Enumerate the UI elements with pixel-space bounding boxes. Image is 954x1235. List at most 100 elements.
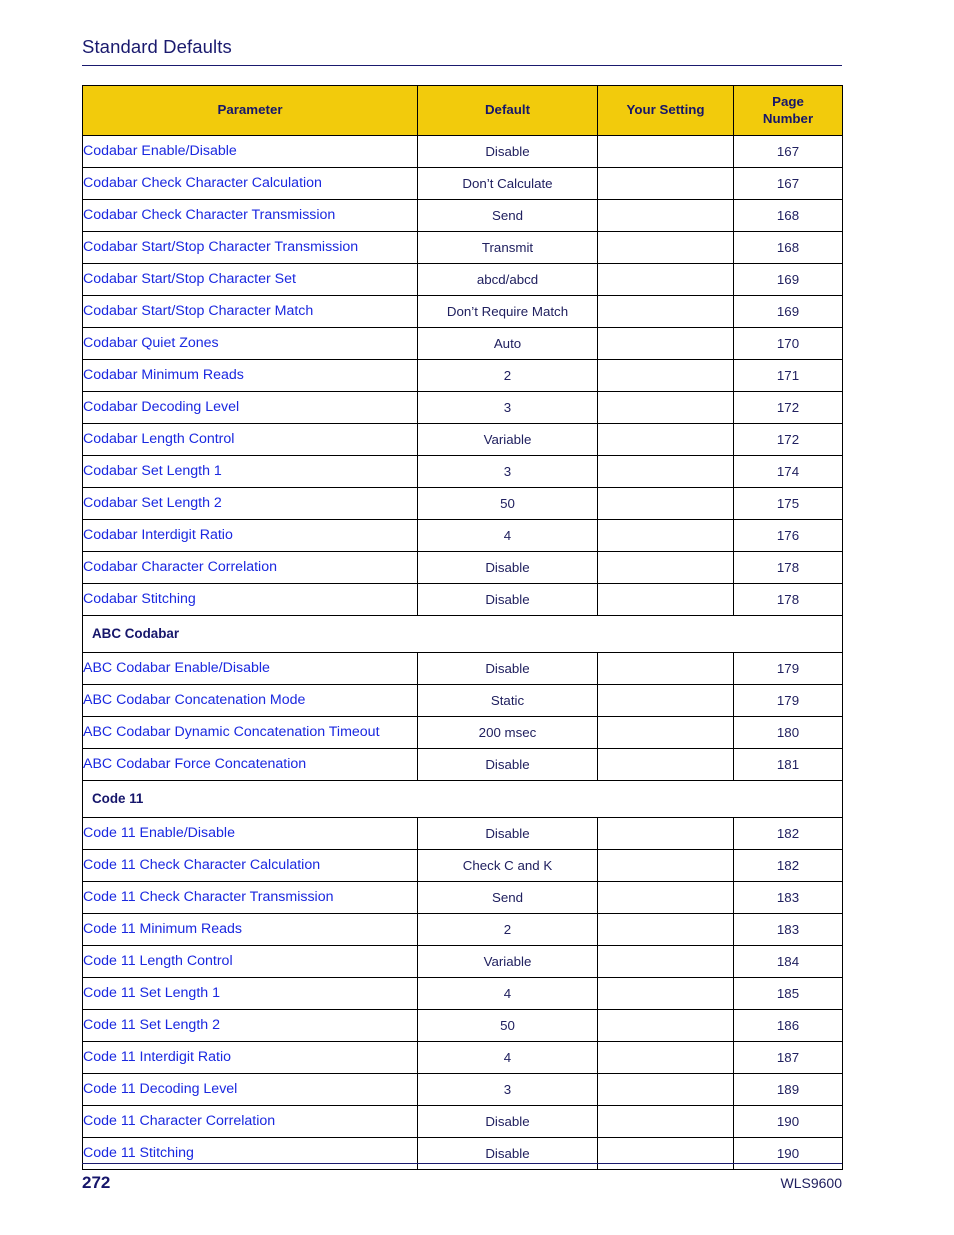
parameter-link[interactable]: Code 11 Minimum Reads [82,913,418,946]
your-setting-cell[interactable] [597,1105,734,1138]
your-setting-cell[interactable] [597,684,734,717]
parameter-link[interactable]: Code 11 Decoding Level [82,1073,418,1106]
parameter-link[interactable]: Code 11 Enable/Disable [82,817,418,850]
table-row: Code 11 Set Length 2 50 186 [82,1009,843,1042]
default-value: Disable [417,551,598,584]
your-setting-cell[interactable] [597,135,734,168]
default-value: 3 [417,1073,598,1106]
parameter-link[interactable]: Codabar Start/Stop Character Set [82,263,418,296]
page-number-value: 181 [733,748,843,781]
default-value: Disable [417,583,598,616]
parameter-link[interactable]: Code 11 Length Control [82,945,418,978]
table-header: Parameter Default Your Setting Page Numb… [82,85,843,136]
parameter-link[interactable]: Codabar Set Length 1 [82,455,418,488]
your-setting-cell[interactable] [597,391,734,424]
parameter-link[interactable]: Code 11 Check Character Transmission [82,881,418,914]
parameter-link[interactable]: Code 11 Character Correlation [82,1105,418,1138]
table-row: Codabar Start/Stop Character Match Don’t … [82,295,843,328]
default-value: 4 [417,519,598,552]
parameter-link[interactable]: Code 11 Check Character Calculation [82,849,418,882]
page-number-value: 178 [733,583,843,616]
your-setting-cell[interactable] [597,1073,734,1106]
your-setting-cell[interactable] [597,487,734,520]
default-value: Disable [417,652,598,685]
parameter-link[interactable]: Codabar Set Length 2 [82,487,418,520]
your-setting-cell[interactable] [597,551,734,584]
parameter-link[interactable]: Codabar Check Character Calculation [82,167,418,200]
your-setting-cell[interactable] [597,748,734,781]
your-setting-cell[interactable] [597,913,734,946]
parameter-link[interactable]: ABC Codabar Force Concatenation [82,748,418,781]
table-row: Codabar Interdigit Ratio 4 176 [82,519,843,552]
your-setting-cell[interactable] [597,423,734,456]
parameter-link[interactable]: Codabar Start/Stop Character Transmissio… [82,231,418,264]
your-setting-cell[interactable] [597,716,734,749]
your-setting-cell[interactable] [597,359,734,392]
your-setting-cell[interactable] [597,199,734,232]
parameter-link[interactable]: Codabar Check Character Transmission [82,199,418,232]
parameter-link[interactable]: Codabar Minimum Reads [82,359,418,392]
your-setting-cell[interactable] [597,817,734,850]
table-row: ABC Codabar Dynamic Concatenation Timeou… [82,716,843,749]
document-page: Standard Defaults Parameter Default Your… [0,0,954,1235]
table-row: ABC Codabar Concatenation Mode Static 179 [82,684,843,717]
parameter-link[interactable]: Code 11 Set Length 1 [82,977,418,1010]
parameter-link[interactable]: Codabar Length Control [82,423,418,456]
your-setting-cell[interactable] [597,455,734,488]
parameter-link[interactable]: Code 11 Set Length 2 [82,1009,418,1042]
table-row: Codabar Start/Stop Character Set abcd/abc… [82,263,843,296]
your-setting-cell[interactable] [597,1009,734,1042]
default-value: Disable [417,135,598,168]
your-setting-cell[interactable] [597,977,734,1010]
default-value: 50 [417,487,598,520]
footer-document-name: WLS9600 [780,1175,842,1191]
your-setting-cell[interactable] [597,652,734,685]
footer-page-number: 272 [82,1173,111,1192]
page-number-value: 190 [733,1105,843,1138]
your-setting-cell[interactable] [597,231,734,264]
parameter-link[interactable]: Codabar Quiet Zones [82,327,418,360]
parameter-link[interactable]: ABC Codabar Enable/Disable [82,652,418,685]
your-setting-cell[interactable] [597,263,734,296]
page-number-value: 172 [733,423,843,456]
your-setting-cell[interactable] [597,167,734,200]
parameter-link[interactable]: Codabar Interdigit Ratio [82,519,418,552]
table-section-row: Code 11 [82,780,843,818]
your-setting-cell[interactable] [597,519,734,552]
your-setting-cell[interactable] [597,327,734,360]
page-number-value: 182 [733,817,843,850]
your-setting-cell[interactable] [597,849,734,882]
your-setting-cell[interactable] [597,583,734,616]
default-value: Auto [417,327,598,360]
parameter-link[interactable]: ABC Codabar Dynamic Concatenation Timeou… [82,716,418,749]
table-row: Code 11 Enable/Disable Disable 182 [82,817,843,850]
your-setting-cell[interactable] [597,1041,734,1074]
column-header-default: Default [417,85,598,136]
page-number-value: 171 [733,359,843,392]
default-value: abcd/abcd [417,263,598,296]
table-row: Codabar Character Correlation Disable 178 [82,551,843,584]
your-setting-cell[interactable] [597,881,734,914]
your-setting-cell[interactable] [597,945,734,978]
parameter-link[interactable]: Codabar Enable/Disable [82,135,418,168]
parameter-link[interactable]: Codabar Stitching [82,583,418,616]
table-row: Codabar Start/Stop Character Transmissio… [82,231,843,264]
table-row: Code 11 Minimum Reads 2 183 [82,913,843,946]
default-value: 200 msec [417,716,598,749]
table-row: Code 11 Check Character Calculation Check… [82,849,843,882]
page-number-value: 169 [733,263,843,296]
parameter-link[interactable]: ABC Codabar Concatenation Mode [82,684,418,717]
page-number-value: 187 [733,1041,843,1074]
your-setting-cell[interactable] [597,295,734,328]
parameter-link[interactable]: Codabar Decoding Level [82,391,418,424]
parameter-link[interactable]: Codabar Character Correlation [82,551,418,584]
page-number-value: 182 [733,849,843,882]
table-header-row: Parameter Default Your Setting Page Numb… [82,85,843,136]
parameter-link[interactable]: Codabar Start/Stop Character Match [82,295,418,328]
page-number-value: 185 [733,977,843,1010]
parameter-link[interactable]: Code 11 Interdigit Ratio [82,1041,418,1074]
table-row: ABC Codabar Force Concatenation Disable 18… [82,748,843,781]
section-heading: ABC Codabar [82,615,843,653]
page-number-value: 184 [733,945,843,978]
page-number-value: 186 [733,1009,843,1042]
